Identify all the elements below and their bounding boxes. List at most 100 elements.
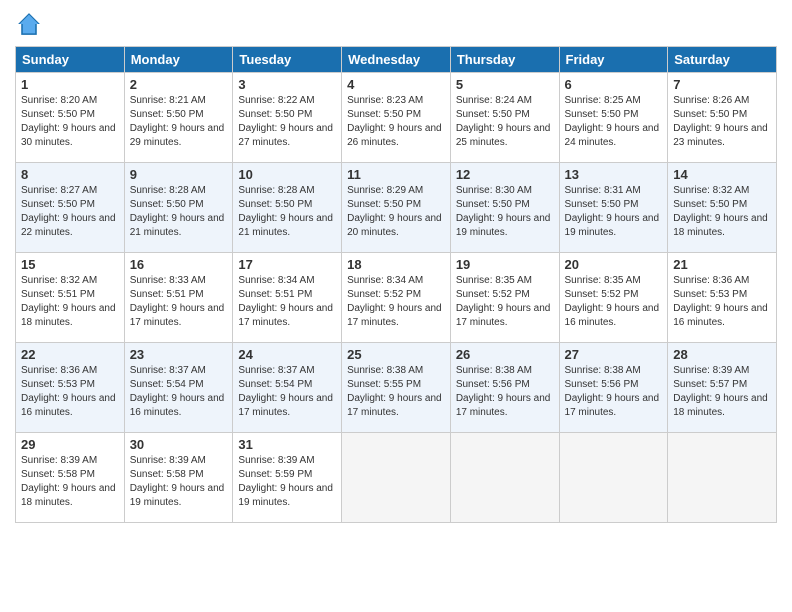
day-info: Sunrise: 8:34 AMSunset: 5:52 PMDaylight:… bbox=[347, 274, 445, 330]
day-number: 12 bbox=[456, 167, 554, 182]
calendar-cell: 8 Sunrise: 8:27 AMSunset: 5:50 PMDaylight… bbox=[16, 163, 125, 253]
week-row-2: 8 Sunrise: 8:27 AMSunset: 5:50 PMDaylight… bbox=[16, 163, 777, 253]
week-row-5: 29 Sunrise: 8:39 AMSunset: 5:58 PMDayligh… bbox=[16, 433, 777, 523]
calendar-cell: 28 Sunrise: 8:39 AMSunset: 5:57 PMDayligh… bbox=[668, 343, 777, 433]
day-info: Sunrise: 8:31 AMSunset: 5:50 PMDaylight:… bbox=[565, 184, 663, 240]
calendar-cell bbox=[342, 433, 451, 523]
day-number: 29 bbox=[21, 437, 119, 452]
day-info: Sunrise: 8:38 AMSunset: 5:56 PMDaylight:… bbox=[456, 364, 554, 420]
page-header bbox=[15, 10, 777, 38]
calendar-cell: 1Sunrise: 8:20 AMSunset: 5:50 PMDaylight… bbox=[16, 73, 125, 163]
day-info: Sunrise: 8:26 AMSunset: 5:50 PMDaylight:… bbox=[673, 94, 771, 150]
calendar-cell: 22 Sunrise: 8:36 AMSunset: 5:53 PMDayligh… bbox=[16, 343, 125, 433]
logo bbox=[15, 10, 47, 38]
day-number: 16 bbox=[130, 257, 228, 272]
day-info: Sunrise: 8:36 AMSunset: 5:53 PMDaylight:… bbox=[21, 364, 119, 420]
day-info: Sunrise: 8:39 AMSunset: 5:58 PMDaylight:… bbox=[21, 454, 119, 510]
calendar-cell: 10Sunrise: 8:28 AMSunset: 5:50 PMDayligh… bbox=[233, 163, 342, 253]
calendar-cell bbox=[668, 433, 777, 523]
day-info: Sunrise: 8:34 AMSunset: 5:51 PMDaylight:… bbox=[238, 274, 336, 330]
calendar-cell: 2 Sunrise: 8:21 AMSunset: 5:50 PMDaylight… bbox=[124, 73, 233, 163]
week-row-3: 15 Sunrise: 8:32 AMSunset: 5:51 PMDayligh… bbox=[16, 253, 777, 343]
day-number: 1 bbox=[21, 77, 119, 92]
day-info: Sunrise: 8:37 AMSunset: 5:54 PMDaylight:… bbox=[238, 364, 336, 420]
day-number: 21 bbox=[673, 257, 771, 272]
day-info: Sunrise: 8:30 AMSunset: 5:50 PMDaylight:… bbox=[456, 184, 554, 240]
calendar-cell: 9 Sunrise: 8:28 AMSunset: 5:50 PMDaylight… bbox=[124, 163, 233, 253]
col-header-thursday: Thursday bbox=[450, 47, 559, 73]
day-info: Sunrise: 8:39 AMSunset: 5:59 PMDaylight:… bbox=[238, 454, 336, 510]
day-number: 26 bbox=[456, 347, 554, 362]
day-number: 6 bbox=[565, 77, 663, 92]
day-number: 13 bbox=[565, 167, 663, 182]
day-info: Sunrise: 8:32 AMSunset: 5:50 PMDaylight:… bbox=[673, 184, 771, 240]
calendar-cell: 5 Sunrise: 8:24 AMSunset: 5:50 PMDaylight… bbox=[450, 73, 559, 163]
day-info: Sunrise: 8:35 AMSunset: 5:52 PMDaylight:… bbox=[565, 274, 663, 330]
day-number: 27 bbox=[565, 347, 663, 362]
day-number: 25 bbox=[347, 347, 445, 362]
col-header-sunday: Sunday bbox=[16, 47, 125, 73]
col-header-saturday: Saturday bbox=[668, 47, 777, 73]
calendar-cell: 7 Sunrise: 8:26 AMSunset: 5:50 PMDaylight… bbox=[668, 73, 777, 163]
day-number: 11 bbox=[347, 167, 445, 182]
day-info: Sunrise: 8:35 AMSunset: 5:52 PMDaylight:… bbox=[456, 274, 554, 330]
day-info: Sunrise: 8:36 AMSunset: 5:53 PMDaylight:… bbox=[673, 274, 771, 330]
day-number: 22 bbox=[21, 347, 119, 362]
calendar-header-row: SundayMondayTuesdayWednesdayThursdayFrid… bbox=[16, 47, 777, 73]
col-header-friday: Friday bbox=[559, 47, 668, 73]
calendar-cell: 26 Sunrise: 8:38 AMSunset: 5:56 PMDayligh… bbox=[450, 343, 559, 433]
col-header-monday: Monday bbox=[124, 47, 233, 73]
calendar-cell: 16 Sunrise: 8:33 AMSunset: 5:51 PMDayligh… bbox=[124, 253, 233, 343]
calendar-cell: 19 Sunrise: 8:35 AMSunset: 5:52 PMDayligh… bbox=[450, 253, 559, 343]
calendar-cell: 11 Sunrise: 8:29 AMSunset: 5:50 PMDayligh… bbox=[342, 163, 451, 253]
day-info: Sunrise: 8:33 AMSunset: 5:51 PMDaylight:… bbox=[130, 274, 228, 330]
day-info: Sunrise: 8:39 AMSunset: 5:57 PMDaylight:… bbox=[673, 364, 771, 420]
day-number: 30 bbox=[130, 437, 228, 452]
day-number: 9 bbox=[130, 167, 228, 182]
calendar-cell bbox=[559, 433, 668, 523]
day-info: Sunrise: 8:39 AMSunset: 5:58 PMDaylight:… bbox=[130, 454, 228, 510]
calendar-cell: 3Sunrise: 8:22 AMSunset: 5:50 PMDaylight… bbox=[233, 73, 342, 163]
calendar-cell: 31 Sunrise: 8:39 AMSunset: 5:59 PMDayligh… bbox=[233, 433, 342, 523]
day-info: Sunrise: 8:24 AMSunset: 5:50 PMDaylight:… bbox=[456, 94, 554, 150]
day-number: 7 bbox=[673, 77, 771, 92]
day-info: Sunrise: 8:38 AMSunset: 5:56 PMDaylight:… bbox=[565, 364, 663, 420]
day-number: 17 bbox=[238, 257, 336, 272]
day-info: Sunrise: 8:28 AMSunset: 5:50 PMDaylight:… bbox=[130, 184, 228, 240]
day-info: Sunrise: 8:29 AMSunset: 5:50 PMDaylight:… bbox=[347, 184, 445, 240]
day-info: Sunrise: 8:32 AMSunset: 5:51 PMDaylight:… bbox=[21, 274, 119, 330]
calendar-cell: 27 Sunrise: 8:38 AMSunset: 5:56 PMDayligh… bbox=[559, 343, 668, 433]
calendar-cell bbox=[450, 433, 559, 523]
day-number: 2 bbox=[130, 77, 228, 92]
day-number: 8 bbox=[21, 167, 119, 182]
calendar-cell: 6Sunrise: 8:25 AMSunset: 5:50 PMDaylight… bbox=[559, 73, 668, 163]
day-number: 14 bbox=[673, 167, 771, 182]
day-number: 15 bbox=[21, 257, 119, 272]
col-header-tuesday: Tuesday bbox=[233, 47, 342, 73]
day-number: 5 bbox=[456, 77, 554, 92]
day-number: 23 bbox=[130, 347, 228, 362]
week-row-1: 1Sunrise: 8:20 AMSunset: 5:50 PMDaylight… bbox=[16, 73, 777, 163]
day-info: Sunrise: 8:22 AMSunset: 5:50 PMDaylight:… bbox=[238, 94, 336, 150]
day-number: 28 bbox=[673, 347, 771, 362]
calendar-cell: 21 Sunrise: 8:36 AMSunset: 5:53 PMDayligh… bbox=[668, 253, 777, 343]
day-info: Sunrise: 8:21 AMSunset: 5:50 PMDaylight:… bbox=[130, 94, 228, 150]
day-number: 31 bbox=[238, 437, 336, 452]
calendar-cell: 15 Sunrise: 8:32 AMSunset: 5:51 PMDayligh… bbox=[16, 253, 125, 343]
calendar-cell: 18Sunrise: 8:34 AMSunset: 5:52 PMDayligh… bbox=[342, 253, 451, 343]
calendar-cell: 29 Sunrise: 8:39 AMSunset: 5:58 PMDayligh… bbox=[16, 433, 125, 523]
calendar-cell: 23 Sunrise: 8:37 AMSunset: 5:54 PMDayligh… bbox=[124, 343, 233, 433]
day-info: Sunrise: 8:27 AMSunset: 5:50 PMDaylight:… bbox=[21, 184, 119, 240]
col-header-wednesday: Wednesday bbox=[342, 47, 451, 73]
day-number: 4 bbox=[347, 77, 445, 92]
calendar-cell: 14 Sunrise: 8:32 AMSunset: 5:50 PMDayligh… bbox=[668, 163, 777, 253]
day-number: 10 bbox=[238, 167, 336, 182]
day-number: 24 bbox=[238, 347, 336, 362]
day-number: 20 bbox=[565, 257, 663, 272]
day-number: 19 bbox=[456, 257, 554, 272]
week-row-4: 22 Sunrise: 8:36 AMSunset: 5:53 PMDayligh… bbox=[16, 343, 777, 433]
calendar-cell: 17 Sunrise: 8:34 AMSunset: 5:51 PMDayligh… bbox=[233, 253, 342, 343]
day-info: Sunrise: 8:37 AMSunset: 5:54 PMDaylight:… bbox=[130, 364, 228, 420]
calendar-cell: 30 Sunrise: 8:39 AMSunset: 5:58 PMDayligh… bbox=[124, 433, 233, 523]
calendar-cell: 12 Sunrise: 8:30 AMSunset: 5:50 PMDayligh… bbox=[450, 163, 559, 253]
